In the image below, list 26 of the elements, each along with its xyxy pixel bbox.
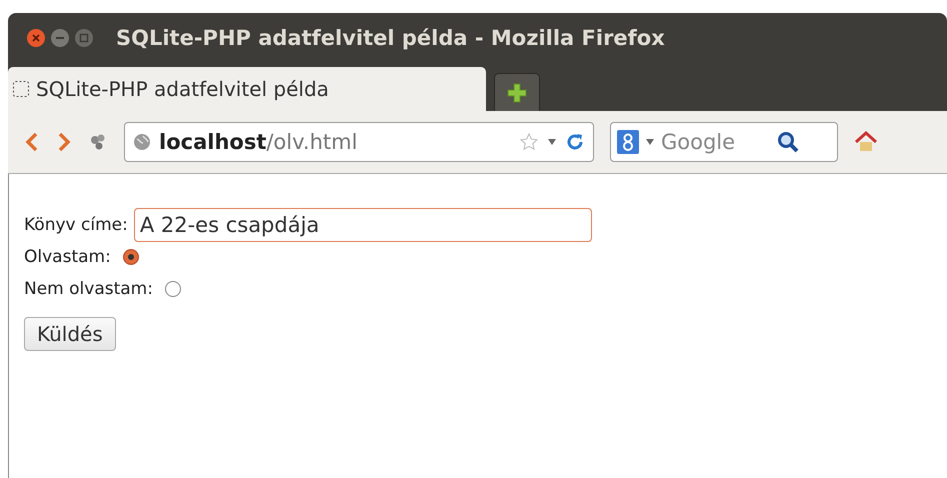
new-tab-button[interactable] — [494, 73, 540, 111]
title-input[interactable]: A 22-es csapdája — [134, 208, 592, 242]
page-icon — [12, 80, 30, 98]
star-icon[interactable] — [519, 132, 539, 152]
radio-button[interactable] — [164, 281, 181, 297]
radio-button[interactable] — [122, 249, 139, 265]
back-icon[interactable] — [24, 131, 40, 153]
close-icon[interactable] — [26, 28, 46, 48]
search-bar[interactable]: Google — [610, 122, 838, 162]
dropdown-icon[interactable] — [547, 138, 557, 146]
forward-icon[interactable] — [56, 131, 72, 153]
radio-label: Olvastam: — [24, 247, 111, 267]
plus-icon — [506, 82, 528, 104]
field-label: Könyv címe: — [24, 215, 128, 235]
window-title: SQLite-PHP adatfelvitel példa - Mozilla Firefox — [116, 26, 665, 50]
radio-label: Nem olvastam: — [24, 279, 153, 299]
search-engine-icon[interactable] — [617, 130, 639, 154]
search-icon[interactable] — [777, 131, 799, 153]
browser-tab[interactable]: SQLite-PHP adatfelvitel példa — [8, 67, 486, 111]
home-icon[interactable] — [854, 130, 878, 154]
url-field[interactable]: localhost/olv.html — [124, 122, 594, 162]
maximize-icon[interactable] — [74, 28, 94, 48]
submit-button[interactable]: Küldés — [24, 317, 116, 351]
dropdown-icon[interactable] — [645, 138, 655, 146]
minimize-icon[interactable] — [50, 28, 70, 48]
reload-icon[interactable] — [565, 132, 585, 152]
